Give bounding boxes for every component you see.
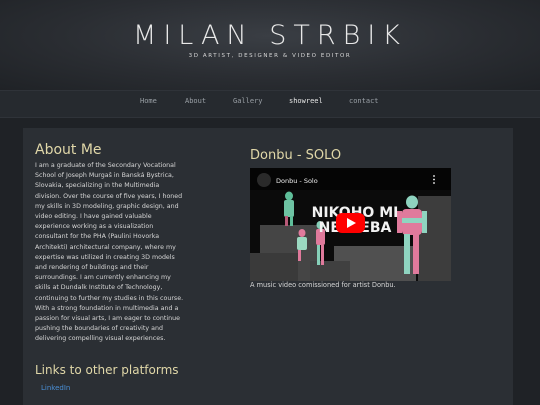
play-button-icon[interactable]: [336, 213, 365, 233]
linkedin-link[interactable]: LinkedIn: [41, 384, 70, 392]
embed-title: Donbu - Solo: [276, 177, 318, 185]
youtube-embed[interactable]: NIKOHO MI NETREBA Donbu - Solo: [250, 168, 451, 281]
main-nav: Home About Gallery showreel contact: [0, 90, 540, 118]
nav-gallery[interactable]: Gallery: [233, 97, 263, 105]
about-text: I am a graduate of the Secondary Vocatio…: [35, 162, 184, 343]
links-heading: Links to other platforms: [35, 363, 179, 377]
video-caption: A music video comissioned for artist Don…: [250, 281, 396, 289]
nav-contact[interactable]: contact: [349, 97, 379, 105]
site-logo[interactable]: MILAN STRBIK: [0, 20, 540, 51]
site-tagline: 3D ARTIST, DESIGNER & VIDEO EDITOR: [188, 53, 352, 59]
nav-home[interactable]: Home: [140, 97, 157, 105]
nav-about[interactable]: About: [185, 97, 206, 105]
video-thumbnail: NIKOHO MI NETREBA Donbu - Solo: [250, 168, 451, 281]
about-heading: About Me: [35, 142, 102, 158]
nav-showreel[interactable]: showreel: [289, 97, 323, 105]
video-heading: Donbu - SOLO: [250, 148, 342, 163]
more-options-icon: [433, 175, 435, 177]
channel-avatar: [257, 173, 271, 187]
